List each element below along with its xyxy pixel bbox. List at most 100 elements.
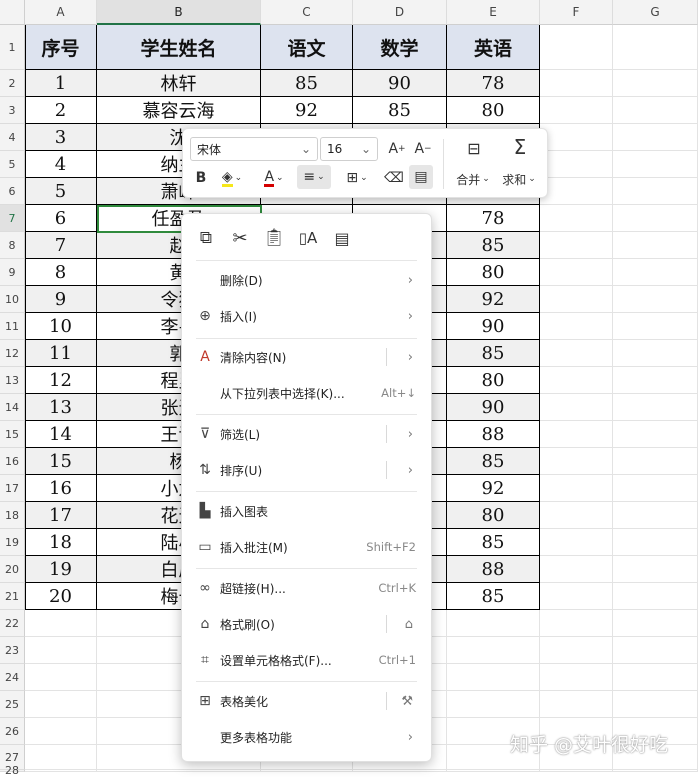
empty-cell[interactable] (613, 178, 698, 205)
table-cell[interactable]: 90 (447, 313, 540, 340)
empty-cell[interactable] (613, 97, 698, 124)
wrap-text-icon[interactable]: ▤ (409, 165, 433, 189)
table-cell[interactable]: 85 (447, 529, 540, 556)
font-size-select[interactable]: 16 ⌄ (320, 137, 378, 161)
row-header[interactable]: 21 (0, 583, 25, 610)
table-cell[interactable]: 85 (353, 97, 447, 124)
empty-cell[interactable] (540, 583, 613, 610)
row-header[interactable]: 25 (0, 691, 25, 718)
empty-cell[interactable] (613, 232, 698, 259)
table-cell[interactable]: 13 (25, 394, 97, 421)
empty-cell[interactable] (613, 610, 698, 637)
decrease-font-icon[interactable]: A − (412, 139, 434, 159)
paste-text-icon[interactable]: ▯A (296, 226, 320, 250)
copy-icon[interactable]: ⧉ (194, 226, 218, 250)
empty-cell[interactable] (613, 583, 698, 610)
empty-cell[interactable] (613, 70, 698, 97)
row-header[interactable]: 24 (0, 664, 25, 691)
table-cell[interactable]: 92 (447, 475, 540, 502)
empty-cell[interactable] (540, 205, 613, 232)
empty-cell[interactable] (613, 124, 698, 151)
empty-cell[interactable] (613, 691, 698, 718)
table-cell[interactable]: 12 (25, 367, 97, 394)
row-header[interactable]: 11 (0, 313, 25, 340)
empty-cell[interactable] (540, 286, 613, 313)
table-header-cell[interactable]: 数学 (353, 25, 447, 70)
empty-cell[interactable] (25, 610, 97, 637)
table-cell[interactable]: 18 (25, 529, 97, 556)
empty-cell[interactable] (613, 502, 698, 529)
sum-icon[interactable]: Σ (507, 135, 533, 159)
menu-item-more[interactable]: 更多表格功能 › (182, 722, 431, 752)
menu-item-delete[interactable]: 删除(D) › (182, 265, 431, 295)
menu-item-hyperlink[interactable]: ∞ 超链接(H)... Ctrl+K (182, 573, 431, 603)
table-cell[interactable]: 林轩 (97, 70, 261, 97)
row-header[interactable]: 23 (0, 637, 25, 664)
row-header[interactable]: 5 (0, 151, 25, 178)
empty-cell[interactable] (613, 529, 698, 556)
empty-cell[interactable] (540, 97, 613, 124)
empty-cell[interactable] (261, 770, 353, 772)
row-header[interactable]: 4 (0, 124, 25, 151)
table-header-cell[interactable]: 语文 (261, 25, 353, 70)
empty-cell[interactable] (447, 664, 540, 691)
bold-button[interactable]: B (191, 167, 211, 189)
row-header[interactable]: 8 (0, 232, 25, 259)
table-cell[interactable]: 85 (447, 583, 540, 610)
table-header-cell[interactable]: 学生姓名 (97, 25, 261, 70)
font-name-select[interactable]: 宋体 ⌄ (190, 137, 318, 161)
row-header[interactable]: 3 (0, 97, 25, 124)
menu-item-beautify[interactable]: ⊞ 表格美化 ⚒ (182, 686, 431, 716)
empty-cell[interactable] (447, 691, 540, 718)
empty-cell[interactable] (613, 313, 698, 340)
paste-special-icon[interactable]: ▤ (330, 226, 354, 250)
empty-cell[interactable] (540, 421, 613, 448)
empty-cell[interactable] (25, 691, 97, 718)
empty-cell[interactable] (540, 691, 613, 718)
paste-icon[interactable]: 📋︎ (262, 226, 286, 250)
empty-cell[interactable] (540, 25, 613, 70)
column-header-d[interactable]: D (353, 0, 447, 25)
menu-item-format-cells[interactable]: ⌗ 设置单元格格式(F)... Ctrl+1 (182, 645, 431, 675)
menu-item-pick-list[interactable]: 从下拉列表中选择(K)... Alt+↓ (182, 378, 431, 408)
row-header[interactable]: 13 (0, 367, 25, 394)
table-cell[interactable]: 85 (447, 448, 540, 475)
clear-format-icon[interactable]: ⌫ (383, 167, 405, 189)
empty-cell[interactable] (613, 475, 698, 502)
empty-cell[interactable] (613, 25, 698, 70)
empty-cell[interactable] (613, 151, 698, 178)
merge-button[interactable]: 合并 ⌄ (453, 169, 493, 189)
table-cell[interactable]: 90 (447, 394, 540, 421)
column-header-f[interactable]: F (540, 0, 613, 25)
empty-cell[interactable] (447, 637, 540, 664)
select-all-corner[interactable] (0, 0, 25, 25)
row-header[interactable]: 17 (0, 475, 25, 502)
table-cell[interactable]: 80 (447, 502, 540, 529)
empty-cell[interactable] (447, 610, 540, 637)
table-cell[interactable]: 14 (25, 421, 97, 448)
empty-cell[interactable] (540, 770, 613, 772)
menu-item-insert[interactable]: ⊕ 插入(I) › (182, 301, 431, 331)
empty-cell[interactable] (613, 286, 698, 313)
row-header[interactable]: 22 (0, 610, 25, 637)
empty-cell[interactable] (540, 340, 613, 367)
empty-cell[interactable] (613, 340, 698, 367)
empty-cell[interactable] (613, 664, 698, 691)
row-header[interactable]: 19 (0, 529, 25, 556)
table-header-cell[interactable]: 英语 (447, 25, 540, 70)
menu-item-insert-comment[interactable]: ▭ 插入批注(M) Shift+F2 (182, 532, 431, 562)
empty-cell[interactable] (540, 556, 613, 583)
empty-cell[interactable] (353, 770, 447, 772)
row-header[interactable]: 15 (0, 421, 25, 448)
menu-item-sort[interactable]: ⇅ 排序(U) › (182, 455, 431, 485)
empty-cell[interactable] (613, 205, 698, 232)
empty-cell[interactable] (540, 529, 613, 556)
empty-cell[interactable] (97, 770, 261, 772)
table-cell[interactable]: 85 (261, 70, 353, 97)
table-cell[interactable]: 92 (447, 286, 540, 313)
empty-cell[interactable] (540, 151, 613, 178)
empty-cell[interactable] (613, 394, 698, 421)
column-header-e[interactable]: E (447, 0, 540, 25)
cut-icon[interactable]: ✂ (228, 226, 252, 250)
table-cell[interactable]: 92 (261, 97, 353, 124)
